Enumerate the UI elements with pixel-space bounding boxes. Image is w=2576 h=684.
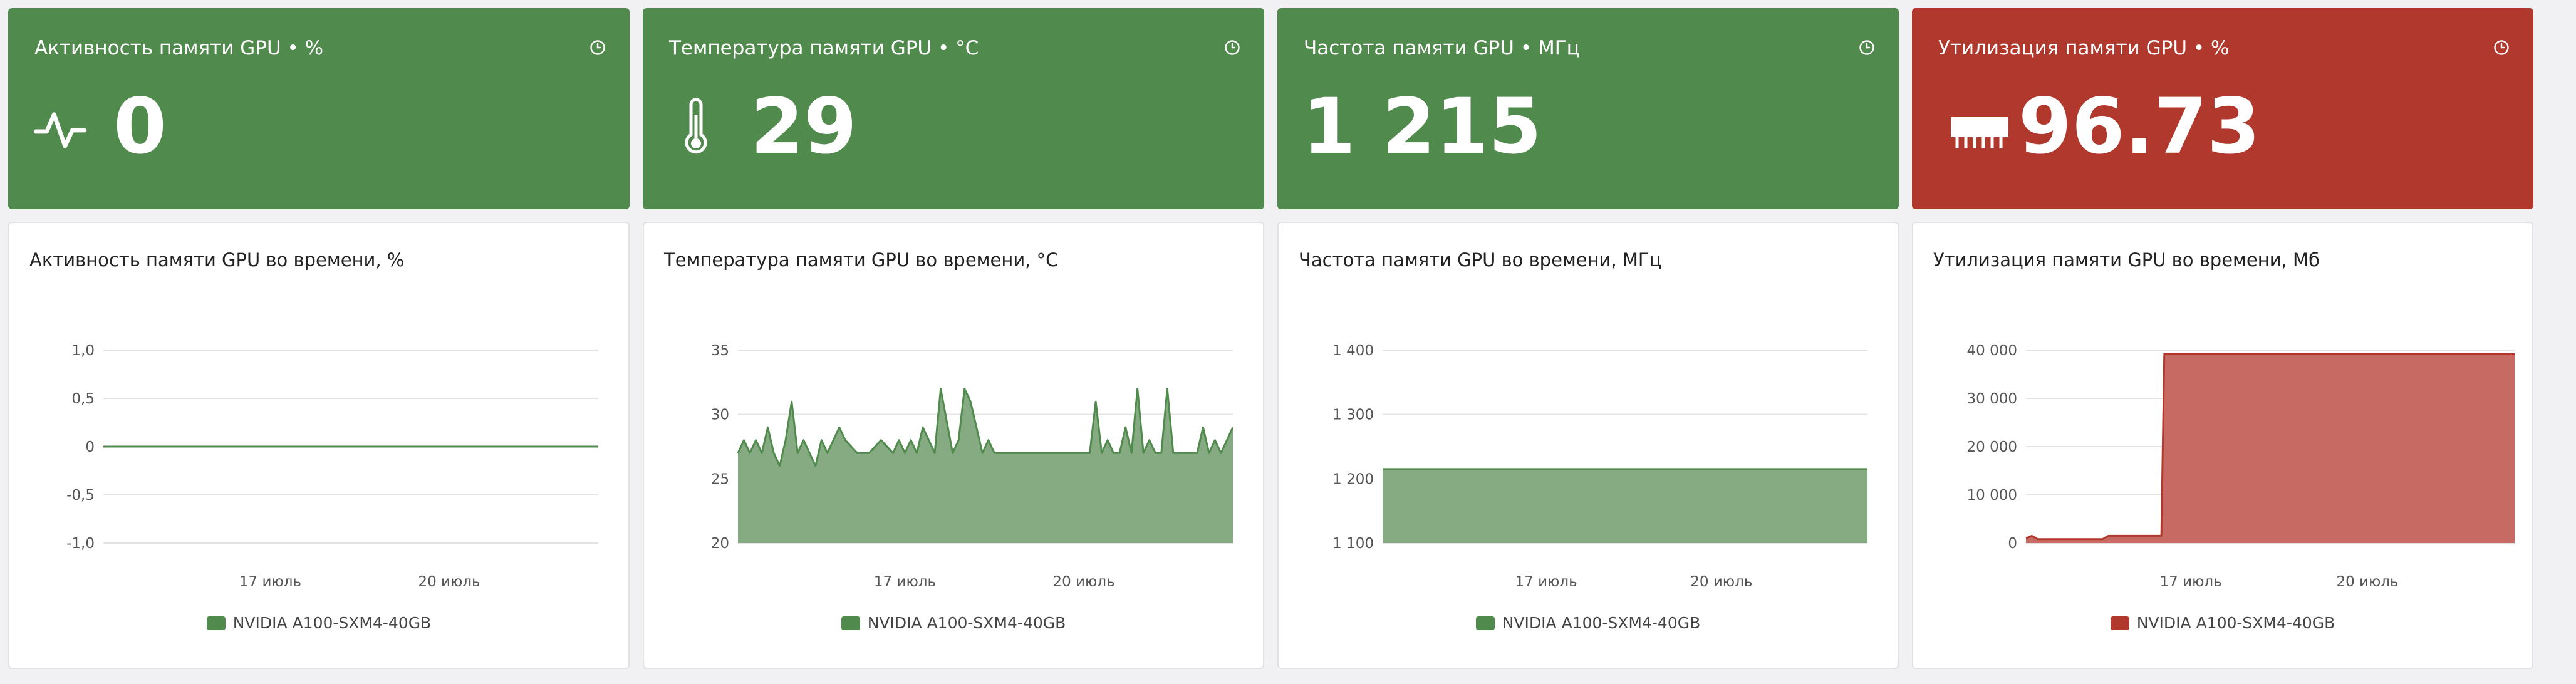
- x-tick-label: 20 июль: [2336, 574, 2398, 590]
- legend-swatch: [841, 616, 860, 630]
- x-tick-label: 17 июль: [239, 574, 301, 590]
- chart-plot: 1,0 0,5 0 -0,5 -1,0 17 июль 20 июль: [66, 343, 598, 590]
- y-tick-label: 0,5: [71, 391, 95, 407]
- y-tick-label: 0: [2008, 536, 2017, 552]
- y-tick-label: 30: [711, 407, 729, 423]
- clock-icon[interactable]: [1859, 39, 1875, 56]
- legend-label: NVIDIA A100-SXM4-40GB: [2136, 614, 2335, 632]
- y-tick-label: 40 000: [1967, 343, 2017, 359]
- x-tick-label: 20 июль: [1052, 574, 1114, 590]
- legend-swatch: [206, 616, 226, 630]
- y-tick-label: 30 000: [1967, 391, 2017, 407]
- chart-plot: 35 30 25 20 17 июль 20 июль: [711, 343, 1234, 590]
- clock-icon[interactable]: [1224, 39, 1240, 56]
- x-tick-label: 17 июль: [874, 574, 936, 590]
- tile-memory-activity: Активность памяти GPU • % 0: [8, 8, 630, 209]
- tile-memory-temperature: Температура памяти GPU • °C 29: [643, 8, 1264, 209]
- x-tick-label: 17 июль: [1515, 574, 1577, 590]
- clock-icon[interactable]: [589, 39, 606, 56]
- series-area: [2026, 354, 2515, 543]
- y-tick-label: -0,5: [66, 487, 95, 504]
- legend-label: NVIDIA A100-SXM4-40GB: [867, 614, 1066, 632]
- y-tick-label: -1,0: [66, 536, 95, 552]
- x-tick-label: 20 июль: [1690, 574, 1752, 590]
- memory-icon: [1951, 117, 2008, 148]
- legend-swatch: [2110, 616, 2129, 630]
- tile-memory-frequency: Частота памяти GPU • МГц 1 215: [1277, 8, 1899, 209]
- legend-swatch: [1475, 616, 1495, 630]
- y-tick-label: 25: [711, 471, 729, 487]
- series-area: [738, 388, 1233, 543]
- chart-card-memory-activity: Активность памяти GPU во времени, % 1,0 0…: [8, 222, 630, 669]
- y-tick-label: 35: [711, 343, 729, 359]
- y-tick-label: 20: [711, 536, 729, 552]
- chart-legend[interactable]: NVIDIA A100-SXM4-40GB: [9, 614, 628, 632]
- x-tick-label: 17 июль: [2160, 574, 2222, 590]
- chart-legend[interactable]: NVIDIA A100-SXM4-40GB: [1279, 614, 1898, 632]
- chart-plot: 40 000 30 000 20 000 10 000 0 17 июль 20 июль: [1967, 343, 2515, 590]
- y-tick-label: 1,0: [71, 343, 95, 359]
- y-tick-label: 1 200: [1332, 471, 1374, 487]
- chart-legend[interactable]: NVIDIA A100-SXM4-40GB: [644, 614, 1263, 632]
- chart-card-memory-temperature: Температура памяти GPU во времени, °C 35…: [643, 222, 1264, 669]
- y-tick-label: 20 000: [1967, 439, 2017, 455]
- tile-value: 96.73: [2018, 82, 2260, 171]
- y-tick-label: 1 400: [1332, 343, 1374, 359]
- chart-plot: 1 400 1 300 1 200 1 100 17 июль 20 июль: [1332, 343, 1867, 590]
- tile-value: 1 215: [1302, 82, 1542, 171]
- x-tick-label: 20 июль: [418, 574, 480, 590]
- tile-title: Температура памяти GPU • °C: [669, 37, 979, 60]
- clock-icon[interactable]: [2493, 39, 2510, 56]
- y-tick-label: 1 100: [1332, 536, 1374, 552]
- chart-card-memory-utilization: Утилизация памяти GPU во времени, Мб 40 …: [1912, 222, 2533, 669]
- y-tick-label: 0: [85, 439, 95, 455]
- tile-title: Активность памяти GPU • %: [34, 37, 324, 60]
- tile-value: 29: [750, 82, 857, 171]
- legend-label: NVIDIA A100-SXM4-40GB: [1502, 614, 1701, 632]
- tile-memory-utilization: Утилизация памяти GPU • % 96.73: [1912, 8, 2533, 209]
- series-area: [1383, 469, 1867, 543]
- thermometer-icon: [685, 98, 707, 154]
- tile-title: Частота памяти GPU • МГц: [1304, 37, 1580, 60]
- chart-legend[interactable]: NVIDIA A100-SXM4-40GB: [1913, 614, 2532, 632]
- tile-title: Утилизация памяти GPU • %: [1938, 37, 2230, 60]
- legend-label: NVIDIA A100-SXM4-40GB: [232, 614, 432, 632]
- y-tick-label: 10 000: [1967, 487, 2017, 504]
- chart-card-memory-frequency: Частота памяти GPU во времени, МГц 1 400…: [1277, 222, 1899, 669]
- activity-icon: [33, 112, 87, 148]
- y-tick-label: 1 300: [1332, 407, 1374, 423]
- tile-value: 0: [113, 82, 167, 171]
